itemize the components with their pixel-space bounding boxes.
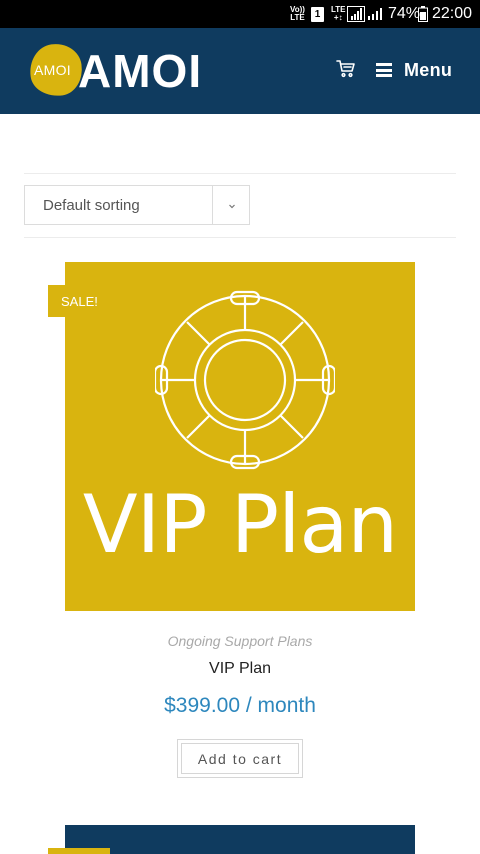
sort-selected-value: Default sorting (43, 197, 140, 214)
menu-icon (376, 63, 392, 77)
logo-small-text: AMOI (34, 62, 71, 78)
divider (24, 237, 456, 238)
menu-button[interactable]: Menu (376, 58, 452, 82)
product-category-link[interactable]: Ongoing Support Plans (0, 633, 480, 649)
lifebuoy-icon (155, 290, 335, 470)
menu-label: Menu (404, 59, 453, 80)
lte-indicator: LTE +↕ (331, 0, 346, 28)
clock: 22:00 (432, 5, 473, 22)
cart-icon[interactable] (336, 59, 356, 79)
sim-number: 1 (311, 6, 324, 22)
add-to-cart-button[interactable]: Add to cart (177, 739, 303, 778)
sale-badge: SALE! (48, 285, 100, 317)
status-bar: Vo)) LTE 1 LTE +↕ 74% 22:00 (0, 0, 480, 28)
signal-icon (347, 0, 365, 28)
divider (24, 173, 456, 174)
sim-indicator: 1 (311, 0, 324, 28)
sort-select[interactable]: Default sorting (24, 185, 250, 225)
battery-percent: 74% (388, 5, 421, 22)
signal-icon (367, 0, 385, 28)
battery-icon (418, 0, 428, 28)
chevron-down-icon (226, 199, 238, 211)
product-image-title: VIP Plan (82, 478, 398, 571)
logo-wordmark: AMOI (78, 45, 203, 97)
sort-separator (212, 186, 213, 224)
product-price: $399.00 / month (164, 694, 316, 717)
next-sale-badge (48, 848, 110, 854)
next-product-image[interactable] (65, 825, 415, 854)
volte-indicator: Vo)) LTE (290, 0, 305, 28)
add-to-cart-label: Add to cart (181, 743, 299, 774)
volte-lte-label: LTE (290, 13, 305, 22)
site-header: AMOI AMOI Menu (0, 28, 480, 114)
product-title-link[interactable]: VIP Plan (0, 660, 480, 678)
lte-data-arrows: +↕ (333, 13, 343, 22)
product-image[interactable]: VIP Plan (65, 262, 415, 611)
